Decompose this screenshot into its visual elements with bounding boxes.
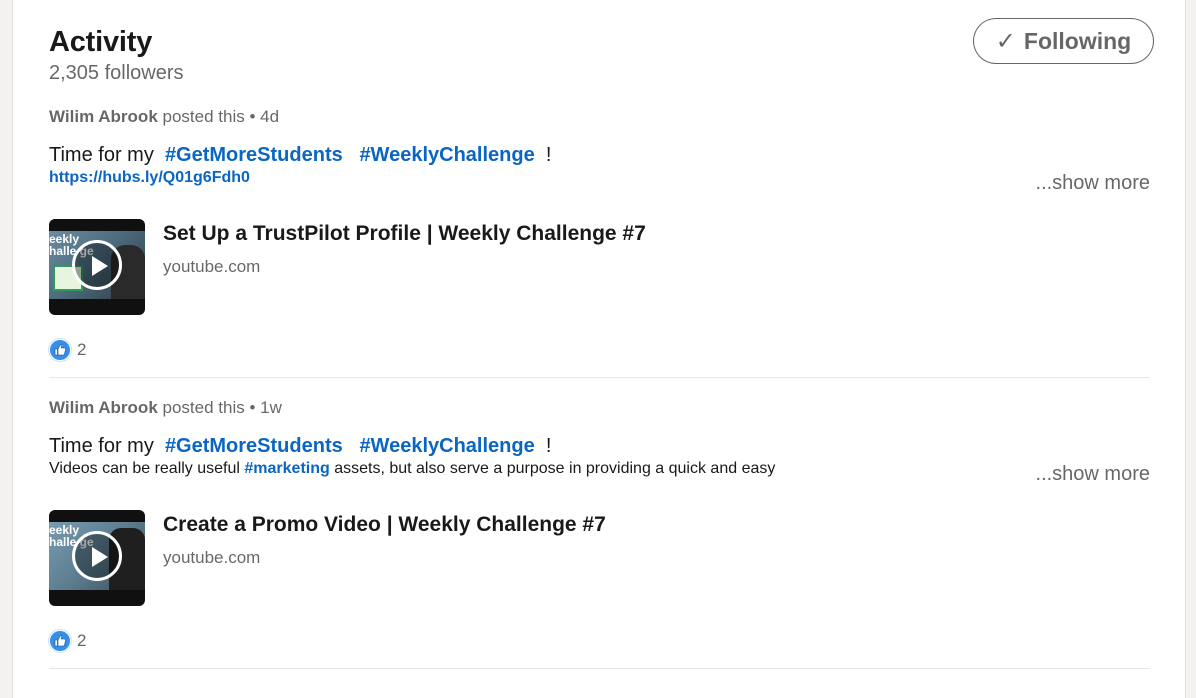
post-text: ! <box>540 144 552 166</box>
post-author[interactable]: Wilim Abrook <box>49 107 158 126</box>
post-text: Time for my <box>49 144 160 166</box>
following-button-label: Following <box>1023 27 1132 54</box>
reactions-count[interactable]: 2 <box>49 630 1150 652</box>
check-icon: ✓ <box>995 27 1016 55</box>
post-url-link[interactable]: https://hubs.ly/Q01g6Fdh0 <box>49 169 250 186</box>
page-title: Activity <box>49 26 153 58</box>
reactions-count[interactable]: 2 <box>49 339 1150 361</box>
hashtag-link[interactable]: #GetMoreStudents <box>165 435 343 457</box>
post-action: posted this <box>162 107 245 126</box>
post-text: ! <box>540 435 552 457</box>
video-thumbnail[interactable]: eekly halle ge <box>49 510 145 606</box>
play-icon <box>72 240 122 290</box>
shared-video-link[interactable]: eekly halle ge Create a Promo Video | We… <box>49 510 1150 606</box>
post-author[interactable]: Wilim Abrook <box>49 398 158 417</box>
post-body: Time for my #GetMoreStudents #WeeklyChal… <box>49 141 1150 197</box>
post-text-line: https://hubs.ly/Q01g6Fdh0 ...show more <box>49 169 1150 197</box>
video-thumbnail[interactable]: eekly halle ge <box>49 219 145 315</box>
hashtag-link[interactable]: #WeeklyChallenge <box>359 435 534 457</box>
post-time: 1w <box>260 398 282 417</box>
post-divider <box>49 668 1150 669</box>
followers-count: 2,305 followers <box>49 62 184 84</box>
post-text-line: Videos can be really useful #marketing a… <box>49 460 1150 488</box>
activity-card: Activity 2,305 followers ✓ Following Wil… <box>12 0 1186 698</box>
post-text-line: Time for my #GetMoreStudents #WeeklyChal… <box>49 141 1150 169</box>
hashtag-link[interactable]: #WeeklyChallenge <box>359 144 534 166</box>
post-separator: • <box>249 107 256 126</box>
post-text: assets, but also serve a purpose in prov… <box>329 460 776 477</box>
post-separator: • <box>249 398 256 417</box>
post-text: Time for my <box>49 435 160 457</box>
post-time: 4d <box>260 107 280 126</box>
shared-video-link[interactable]: eekly halle ge Set Up a TrustPilot Profi… <box>49 219 1150 315</box>
following-button[interactable]: ✓ Following <box>973 18 1154 64</box>
video-source: youtube.com <box>163 548 261 567</box>
show-more-button[interactable]: ...show more <box>1027 460 1150 488</box>
activity-post: Wilim Abrook posted this • 4d Time for m… <box>49 106 1150 361</box>
like-icon <box>49 339 71 361</box>
hashtag-link[interactable]: #GetMoreStudents <box>165 144 343 166</box>
post-text-line: Time for my #GetMoreStudents #WeeklyChal… <box>49 432 1150 460</box>
activity-post: Wilim Abrook posted this • 1w Time for m… <box>49 397 1150 652</box>
post-body: Time for my #GetMoreStudents #WeeklyChal… <box>49 432 1150 488</box>
video-source: youtube.com <box>163 257 261 276</box>
post-text: Videos can be really useful <box>49 460 245 477</box>
like-icon <box>49 630 71 652</box>
post-meta: Wilim Abrook posted this • 1w <box>49 397 1150 419</box>
video-title[interactable]: Create a Promo Video | Weekly Challenge … <box>163 512 606 538</box>
show-more-button[interactable]: ...show more <box>1027 169 1150 197</box>
reaction-count: 2 <box>77 631 87 650</box>
hashtag-link[interactable]: #marketing <box>244 460 329 477</box>
post-action: posted this <box>162 398 245 417</box>
reaction-count: 2 <box>77 340 87 359</box>
post-meta: Wilim Abrook posted this • 4d <box>49 106 1150 128</box>
play-icon <box>72 531 122 581</box>
post-divider <box>49 377 1150 378</box>
video-title[interactable]: Set Up a TrustPilot Profile | Weekly Cha… <box>163 221 646 247</box>
activity-header: Activity 2,305 followers <box>49 24 184 86</box>
